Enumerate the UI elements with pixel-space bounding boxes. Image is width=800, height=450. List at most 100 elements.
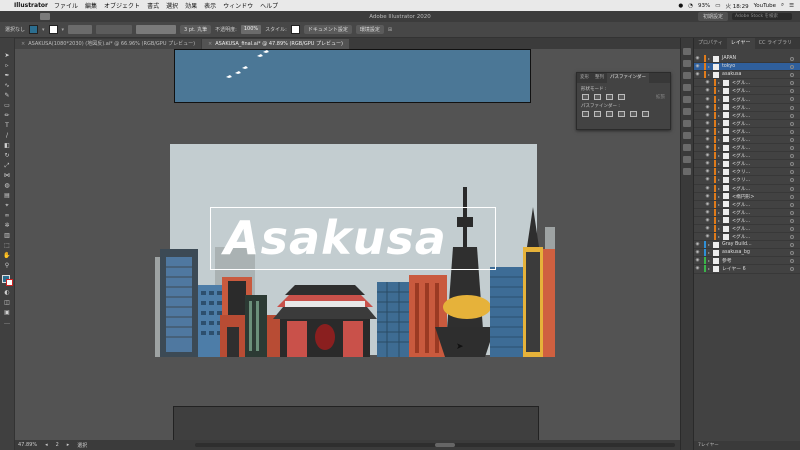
tab-asakusa-1080[interactable]: × ASAKUSA(1080*2030) (地図反).ai* @ 66.96% … — [15, 39, 202, 49]
close-icon[interactable]: × — [208, 39, 212, 49]
color-mode-icon[interactable]: ◐ — [3, 289, 11, 296]
layers-icon[interactable] — [683, 168, 691, 175]
menu-select[interactable]: 選択 — [166, 1, 178, 10]
target-circle-icon[interactable] — [790, 218, 794, 223]
symbol-sprayer-tool-icon[interactable]: ✲ — [3, 222, 11, 229]
column-graph-tool-icon[interactable]: ▥ — [3, 232, 11, 239]
visibility-eye-icon[interactable]: ◉ — [704, 113, 711, 118]
visibility-eye-icon[interactable]: ◉ — [704, 129, 711, 134]
fill-stroke-widget[interactable] — [1, 275, 13, 286]
target-circle-icon[interactable] — [790, 170, 794, 175]
appearance-icon[interactable] — [683, 156, 691, 163]
menu-effect[interactable]: 効果 — [185, 1, 197, 10]
color-icon[interactable] — [683, 72, 691, 79]
layer-row[interactable]: ◉ ▸ <グル... — [694, 208, 800, 217]
symbols-icon[interactable] — [683, 108, 691, 115]
visibility-eye-icon[interactable]: ◉ — [704, 161, 711, 166]
minus-front-button[interactable] — [594, 94, 601, 100]
layer-row[interactable]: ◉ ▸ <クリ... — [694, 168, 800, 177]
target-circle-icon[interactable] — [790, 105, 794, 110]
layer-row[interactable]: ◉ ▸ <グル... — [694, 95, 800, 104]
visibility-eye-icon[interactable]: ◉ — [704, 88, 711, 93]
target-circle-icon[interactable] — [790, 186, 794, 191]
gradient-tool-icon[interactable]: ▤ — [3, 192, 11, 199]
visibility-eye-icon[interactable]: ◉ — [704, 194, 711, 199]
tab-asakusa-final[interactable]: × ASAKUSA_final.ai* @ 47.89% (RGB/GPU プレ… — [202, 39, 349, 49]
preferences-button[interactable]: 環境設定 — [355, 25, 384, 34]
eraser-tool-icon[interactable]: ◧ — [3, 142, 11, 149]
target-circle-icon[interactable] — [790, 113, 794, 118]
stroke-icon[interactable] — [683, 120, 691, 127]
swatches-icon[interactable] — [683, 84, 691, 91]
target-circle-icon[interactable] — [790, 202, 794, 207]
target-circle-icon[interactable] — [790, 267, 794, 272]
layer-row[interactable]: ◉ ▸ tokyo — [694, 63, 800, 72]
visibility-eye-icon[interactable]: ◉ — [704, 186, 711, 191]
layer-row[interactable]: ◉ ▸ <グル... — [694, 152, 800, 161]
stroke-style-field[interactable]: 3 pt. 丸筆 — [180, 25, 212, 34]
creative-cloud-icon[interactable]: ● — [678, 3, 683, 9]
clock[interactable]: 火 18:29 — [725, 2, 748, 10]
target-circle-icon[interactable] — [790, 121, 794, 126]
visibility-eye-icon[interactable]: ◉ — [694, 64, 701, 69]
brushes-icon[interactable] — [683, 96, 691, 103]
visibility-eye-icon[interactable]: ◉ — [704, 202, 711, 207]
target-circle-icon[interactable] — [790, 65, 794, 70]
unite-button[interactable] — [582, 94, 589, 100]
exclude-button[interactable] — [618, 94, 625, 100]
layer-row[interactable]: ◉ ▸ <グル... — [694, 233, 800, 242]
menu-type[interactable]: 書式 — [147, 1, 159, 10]
layer-row[interactable]: ◉ ▸ asakusa_bg — [694, 249, 800, 258]
target-circle-icon[interactable] — [790, 73, 794, 78]
line-tool-icon[interactable]: / — [3, 132, 11, 139]
target-circle-icon[interactable] — [790, 259, 794, 264]
close-icon[interactable]: × — [21, 39, 25, 49]
layer-row[interactable]: ◉ ▸ <グル... — [694, 103, 800, 112]
artboard-number[interactable]: 2 — [56, 442, 59, 448]
artboard-nav-icon[interactable]: ◂ — [45, 442, 48, 448]
pen-tool-icon[interactable]: ✒ — [3, 72, 11, 79]
hand-tool-icon[interactable]: ✋ — [3, 252, 11, 259]
tab-transform[interactable]: 変形 — [577, 73, 592, 83]
intersect-button[interactable] — [606, 94, 613, 100]
wifi-icon[interactable]: ◔ — [688, 3, 693, 9]
target-circle-icon[interactable] — [790, 194, 794, 199]
libraries-icon[interactable] — [683, 60, 691, 67]
layer-row[interactable]: ◉ ▸ <グル... — [694, 144, 800, 153]
menu-object[interactable]: オブジェクト — [104, 1, 140, 10]
eyedropper-tool-icon[interactable]: ⌖ — [3, 202, 11, 209]
layer-row[interactable]: ◉ ▸ <グル... — [694, 216, 800, 225]
merge-button[interactable] — [606, 111, 613, 117]
visibility-eye-icon[interactable]: ◉ — [704, 121, 711, 126]
status-mode[interactable]: 選択 — [77, 442, 87, 449]
visibility-eye-icon[interactable]: ◉ — [704, 105, 711, 110]
visibility-eye-icon[interactable]: ◉ — [694, 72, 701, 77]
fill-swatch[interactable] — [29, 25, 39, 34]
visibility-eye-icon[interactable]: ◉ — [704, 210, 711, 215]
zoom-field[interactable]: 47.89% — [18, 442, 37, 448]
shape-builder-tool-icon[interactable]: ◍ — [3, 182, 11, 189]
scrollbar-thumb[interactable] — [435, 443, 455, 447]
trim-button[interactable] — [594, 111, 601, 117]
tab-pathfinder[interactable]: パスファインダー — [607, 73, 649, 83]
target-circle-icon[interactable] — [790, 243, 794, 248]
properties-icon[interactable] — [683, 48, 691, 55]
stroke-swatch[interactable] — [48, 25, 58, 34]
variable-width-field[interactable] — [96, 25, 133, 34]
layer-row[interactable]: ◉ ▸ asakusa — [694, 71, 800, 80]
target-circle-icon[interactable] — [790, 146, 794, 151]
width-tool-icon[interactable]: ⋈ — [3, 172, 11, 179]
visibility-eye-icon[interactable]: ◉ — [704, 153, 711, 158]
visibility-eye-icon[interactable]: ◉ — [704, 145, 711, 150]
target-circle-icon[interactable] — [790, 57, 794, 61]
rotate-tool-icon[interactable]: ↻ — [3, 152, 11, 159]
stroke-color-swatch[interactable] — [5, 279, 13, 286]
direct-selection-tool-icon[interactable]: ▹ — [3, 62, 11, 69]
zoom-tool-icon[interactable]: ⚲ — [3, 262, 11, 269]
visibility-eye-icon[interactable]: ◉ — [704, 177, 711, 182]
tab-cc-libraries[interactable]: CC ライブラリ — [755, 38, 797, 49]
menu-edit[interactable]: 編集 — [85, 1, 97, 10]
artwork-title[interactable]: Asakusa — [224, 211, 447, 265]
artboard-top[interactable] — [174, 49, 531, 103]
target-circle-icon[interactable] — [790, 81, 794, 86]
